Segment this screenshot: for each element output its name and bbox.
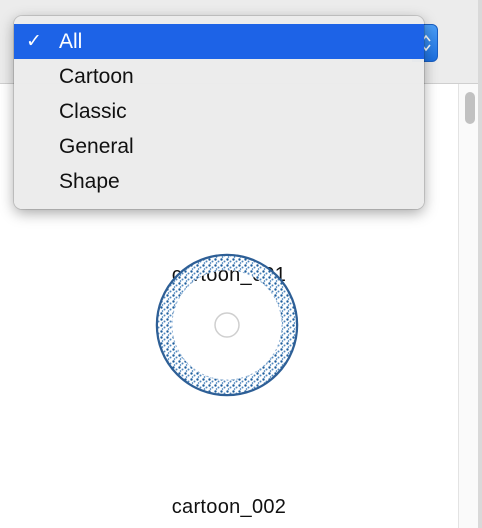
checkmark-icon: ✓ — [26, 31, 42, 52]
menu-item-label: Shape — [59, 170, 120, 193]
menu-item-classic[interactable]: Classic — [14, 94, 424, 129]
gallery-window: cartoon_001 cartoon_002 ✓ All Cartoon Cl… — [0, 0, 482, 528]
gallery-item-label: cartoon_002 — [171, 496, 287, 518]
menu-item-general[interactable]: General — [14, 129, 424, 164]
scrollbar-thumb[interactable] — [465, 92, 475, 124]
menu-item-all[interactable]: ✓ All — [14, 24, 424, 59]
menu-item-label: All — [59, 30, 83, 53]
window-edge — [478, 0, 482, 528]
menu-item-label: Cartoon — [59, 65, 134, 88]
speckled-ring-thumbnail[interactable] — [154, 252, 300, 398]
category-popup-menu[interactable]: ✓ All Cartoon Classic General Shape — [14, 16, 424, 209]
menu-item-label: Classic — [59, 100, 127, 123]
menu-item-label: General — [59, 135, 134, 158]
menu-item-shape[interactable]: Shape — [14, 164, 424, 199]
menu-item-cartoon[interactable]: Cartoon — [14, 59, 424, 94]
